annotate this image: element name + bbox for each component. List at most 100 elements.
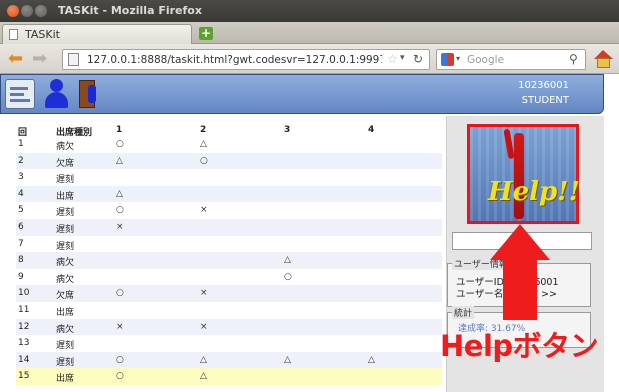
mark-cell: △ <box>284 255 291 266</box>
window-close-button[interactable] <box>7 5 19 17</box>
mark-cell: ○ <box>116 288 124 299</box>
session-number-cell: 11 <box>18 305 30 315</box>
stats-legend: 統計 <box>452 306 475 319</box>
attendance-type-cell: 病欠 <box>56 324 75 335</box>
table-row[interactable]: 3 遅刻 <box>16 169 442 186</box>
mark-cell: × <box>116 222 124 232</box>
table-row[interactable]: 4 出席 △ <box>16 185 442 203</box>
attendance-type-cell: 病欠 <box>56 274 75 285</box>
tab-taskit[interactable]: TASKit <box>2 24 192 44</box>
url-bar[interactable]: 127.0.0.1:8888/taskit.html?gwt.codesvr=1… <box>62 49 430 70</box>
user-icon[interactable] <box>41 79 71 109</box>
app-toolbar: 10236001 STUDENT <box>0 74 604 114</box>
student-card-icon[interactable] <box>5 79 35 109</box>
header-cell: 2 <box>200 125 207 135</box>
header-user-id: 10236001 <box>518 80 569 91</box>
table-row[interactable]: 15 出席 ○ △ <box>16 368 442 385</box>
table-row[interactable]: 6 遅刻 × <box>16 219 442 236</box>
attendance-type-cell: 遅刻 <box>56 241 75 252</box>
table-row[interactable]: 7 遅刻 <box>16 236 442 253</box>
mark-cell: △ <box>116 188 123 199</box>
new-tab-button[interactable]: + <box>199 27 213 40</box>
bookmark-star-icon[interactable]: ☆ <box>387 52 398 66</box>
back-arrow-icon[interactable]: ⬅ <box>8 50 23 68</box>
search-bar[interactable]: ▾ Google ⚲ <box>436 49 586 70</box>
session-number-cell: 2 <box>18 155 24 166</box>
session-number-cell: 12 <box>18 321 30 332</box>
attendance-type-cell: 出席 <box>56 308 75 318</box>
session-number-cell: 9 <box>18 271 24 282</box>
table-row[interactable]: 1 病欠 ○ △ <box>16 136 442 153</box>
attendance-type-cell: 遅刻 <box>56 341 75 352</box>
tab-label: TASKit <box>25 28 60 41</box>
mark-cell: × <box>200 288 208 299</box>
mark-cell: ○ <box>116 139 124 149</box>
header-user-role: STUDENT <box>521 95 569 106</box>
mark-cell: ○ <box>116 205 124 216</box>
header-cell: 1 <box>116 125 123 135</box>
annotation-label: Helpボタン <box>440 329 599 363</box>
attendance-type-cell: 欠席 <box>56 158 75 169</box>
url-text[interactable]: 127.0.0.1:8888/taskit.html?gwt.codesvr=1… <box>87 54 382 66</box>
window-titlebar: TASKit - Mozilla Firefox <box>0 0 619 22</box>
table-header-row: 回 出席種別 1 2 3 4 <box>16 122 442 138</box>
search-engine-icon[interactable] <box>441 53 454 66</box>
attendance-type-cell: 病欠 <box>56 258 75 269</box>
mark-cell: ○ <box>284 271 292 282</box>
session-number-cell: 14 <box>18 354 30 365</box>
forward-arrow-icon[interactable]: ➡ <box>32 50 47 68</box>
mark-cell: △ <box>200 139 207 149</box>
mark-cell: ○ <box>116 371 124 382</box>
annotation-arrow-stem <box>503 258 537 320</box>
home-icon[interactable] <box>594 50 613 68</box>
mark-cell: △ <box>116 155 123 166</box>
table-row[interactable]: 14 遅刻 ○ △ △ △ <box>16 351 442 369</box>
attendance-type-cell: 遅刻 <box>56 175 75 186</box>
table-row[interactable]: 9 病欠 ○ <box>16 269 442 286</box>
header-cell: 4 <box>368 125 375 135</box>
mark-cell: × <box>200 321 208 332</box>
search-magnifier-icon[interactable]: ⚲ <box>569 52 578 66</box>
session-number-cell: 15 <box>18 371 30 382</box>
session-number-cell: 6 <box>18 222 24 232</box>
attendance-type-cell: 欠席 <box>56 291 75 302</box>
attendance-type-cell: 出席 <box>56 191 75 202</box>
table-row[interactable]: 10 欠席 ○ × <box>16 285 442 302</box>
mark-cell: ○ <box>116 354 124 365</box>
mark-cell: × <box>116 321 124 332</box>
mark-cell: △ <box>200 354 207 365</box>
attendance-type-cell: 病欠 <box>56 142 75 152</box>
table-row[interactable]: 5 遅刻 ○ × <box>16 202 442 219</box>
window-minimize-button[interactable] <box>21 5 33 17</box>
tab-strip: TASKit + <box>0 22 619 44</box>
attendance-type-cell: 遅刻 <box>56 357 75 368</box>
mark-cell: △ <box>200 371 207 382</box>
window-title: TASKit - Mozilla Firefox <box>58 4 202 17</box>
mark-cell: ○ <box>200 155 208 166</box>
exit-door-icon[interactable] <box>75 79 105 109</box>
attendance-type-cell: 遅刻 <box>56 208 75 219</box>
table-row[interactable]: 11 出席 <box>16 302 442 319</box>
navigation-bar: ⬅ ➡ 127.0.0.1:8888/taskit.html?gwt.codes… <box>0 44 619 74</box>
session-number-cell: 7 <box>18 238 24 249</box>
page-icon <box>9 29 18 40</box>
table-row[interactable]: 12 病欠 × × <box>16 318 442 336</box>
window-maximize-button[interactable] <box>35 5 47 17</box>
table-row[interactable]: 2 欠席 △ ○ <box>16 152 442 170</box>
session-number-cell: 10 <box>18 288 30 299</box>
url-dropdown-icon[interactable]: ▾ <box>400 53 405 63</box>
session-number-cell: 13 <box>18 338 30 349</box>
search-engine-dropdown-icon[interactable]: ▾ <box>456 54 460 63</box>
table-row[interactable]: 8 病欠 △ <box>16 252 442 269</box>
mark-cell: △ <box>284 354 291 365</box>
mark-cell: × <box>200 205 208 216</box>
help-button[interactable]: Help!! <box>467 124 580 224</box>
session-number-cell: 3 <box>18 172 24 183</box>
session-number-cell: 8 <box>18 255 24 266</box>
page-icon <box>68 53 79 66</box>
session-number-cell: 1 <box>18 139 24 149</box>
reload-icon[interactable]: ↻ <box>413 52 423 66</box>
session-number-cell: 5 <box>18 205 24 216</box>
header-cell: 3 <box>284 125 291 135</box>
table-row[interactable]: 13 遅刻 <box>16 335 442 352</box>
